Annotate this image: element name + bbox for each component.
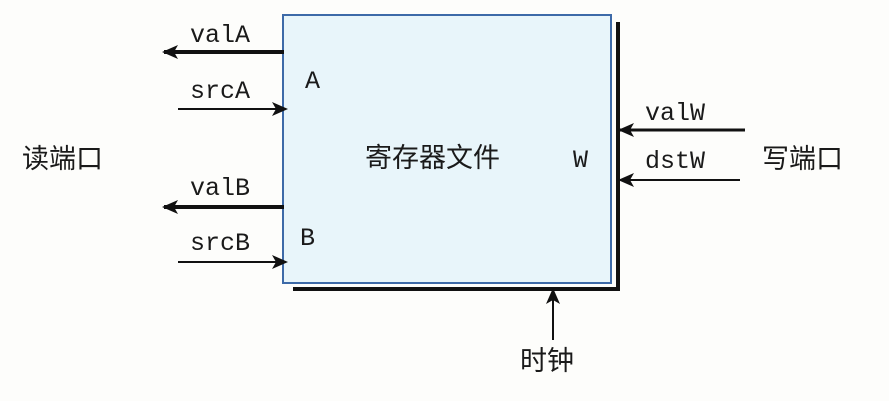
port-b-label: B: [300, 224, 315, 253]
read-port-label: 读端口: [22, 144, 103, 175]
register-file-diagram: 寄存器文件 A B W valA srcA valB srcB 读端口 valW…: [22, 14, 843, 377]
dstw-label: dstW: [645, 147, 705, 176]
srcb-label: srcB: [190, 229, 250, 258]
valb-label: valB: [190, 174, 250, 203]
clock-label: 时钟: [520, 346, 574, 377]
register-file-title: 寄存器文件: [365, 143, 500, 174]
port-a-label: A: [305, 67, 320, 96]
write-port-label: 写端口: [762, 144, 843, 175]
valw-label: valW: [645, 99, 705, 128]
port-w-label: W: [573, 146, 588, 175]
srca-label: srcA: [190, 77, 250, 106]
vala-label: valA: [190, 21, 250, 50]
